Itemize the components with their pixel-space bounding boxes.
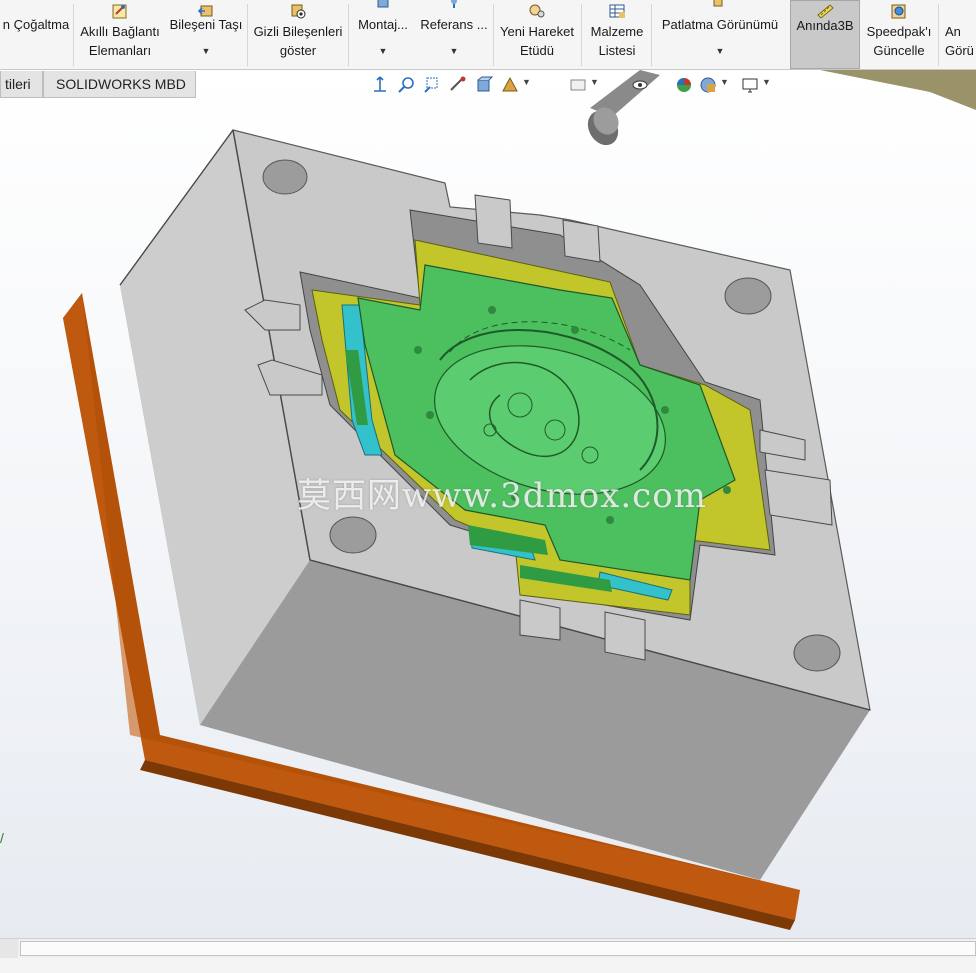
dropdown-arrow-icon[interactable]: ▼ xyxy=(418,46,490,56)
bom-table-icon xyxy=(609,4,625,18)
dropdown-arrow-icon[interactable]: ▼ xyxy=(762,77,771,87)
reference-label: Referans ... xyxy=(420,17,488,32)
zoom-area-icon[interactable] xyxy=(396,75,416,95)
ribbon-separator xyxy=(247,4,248,66)
assembly-button[interactable]: Montaj... ▼ xyxy=(350,0,416,69)
apply-scene-icon[interactable] xyxy=(698,75,718,95)
section-view-icon[interactable] xyxy=(448,75,468,95)
zoom-to-fit-icon[interactable] xyxy=(370,75,390,95)
hide-show-items-icon[interactable] xyxy=(568,75,588,95)
move-component-label: Bileşeni Taşı xyxy=(169,17,243,32)
update-speedpak-button[interactable]: Speedpak'ı Güncelle xyxy=(862,0,936,69)
motion-study-label-2: Etüdü xyxy=(520,43,554,58)
assembly-icon xyxy=(377,0,389,8)
display-style-icon[interactable] xyxy=(500,75,520,95)
exploded-view-button[interactable]: Patlatma Görünümü ▼ xyxy=(653,0,787,69)
smart-fasteners-label-2: Elemanları xyxy=(88,43,152,58)
ribbon-separator xyxy=(651,4,652,66)
show-hidden-label-2: göster xyxy=(279,43,317,58)
dropdown-arrow-icon[interactable]: ▼ xyxy=(350,46,416,56)
speedpak-label-2: Güncelle xyxy=(873,43,925,58)
smart-fasteners-button[interactable]: Akıllı Bağlantı Elemanları xyxy=(76,0,164,69)
snapshot-button[interactable]: An Görü xyxy=(941,0,976,69)
status-bar xyxy=(0,958,976,973)
reference-geometry-button[interactable]: Referans ... ▼ xyxy=(418,0,490,69)
bom-label-2: Listesi xyxy=(598,43,636,58)
dropdown-arrow-icon[interactable]: ▼ xyxy=(166,46,246,56)
eye-icon[interactable] xyxy=(630,75,650,95)
graphics-area[interactable]: 莫西网www.3dmox.com / xyxy=(0,70,976,938)
ribbon-separator xyxy=(581,4,582,66)
command-manager-ribbon: n Çoğaltma Akıllı Bağlantı Elemanları Bi… xyxy=(0,0,976,70)
smart-fastener-icon xyxy=(112,4,127,19)
speedpak-icon xyxy=(891,4,906,19)
dropdown-arrow-icon[interactable]: ▼ xyxy=(653,46,787,56)
motion-study-label-1: Yeni Hareket xyxy=(500,24,574,39)
dropdown-arrow-icon[interactable]: ▼ xyxy=(590,77,599,87)
smart-fasteners-label-1: Akıllı Bağlantı xyxy=(80,24,160,39)
assembly-label: Montaj... xyxy=(358,17,408,32)
scrollbar-thumb[interactable] xyxy=(20,941,976,956)
motion-study-icon xyxy=(529,4,545,18)
show-hidden-icon xyxy=(291,4,306,19)
dropdown-arrow-icon[interactable]: ▼ xyxy=(522,77,531,87)
previous-view-icon[interactable] xyxy=(422,75,442,95)
monitor-icon[interactable] xyxy=(740,75,760,95)
bom-label-1: Malzeme xyxy=(590,24,644,39)
bolt-hole xyxy=(724,277,772,315)
dropdown-arrow-icon[interactable]: ▼ xyxy=(720,77,729,87)
snapshot-label-2: Görü xyxy=(945,43,974,58)
bill-of-materials-button[interactable]: Malzeme Listesi xyxy=(584,0,650,69)
move-component-button[interactable]: Bileşeni Taşı ▼ xyxy=(166,0,246,69)
instant3d-button[interactable]: Anında3B xyxy=(790,0,860,69)
reference-geometry-icon xyxy=(451,0,457,8)
bolt-hole xyxy=(262,159,308,195)
new-motion-study-button[interactable]: Yeni Hareket Etüdü xyxy=(495,0,579,69)
show-hidden-label-1: Gizli Bileşenleri xyxy=(253,24,343,39)
view-orientation-icon[interactable] xyxy=(474,75,494,95)
pattern-label: n Çoğaltma xyxy=(2,17,70,32)
edit-appearance-icon[interactable] xyxy=(674,75,694,95)
top-plate-edge xyxy=(820,70,976,110)
horizontal-scrollbar[interactable] xyxy=(0,938,976,958)
pattern-button[interactable]: n Çoğaltma xyxy=(0,0,72,69)
reference-triad-fragment: / xyxy=(0,830,4,846)
speedpak-label-1: Speedpak'ı xyxy=(866,24,932,39)
show-hidden-components-button[interactable]: Gizli Bileşenleri göster xyxy=(249,0,347,69)
scroll-left-button[interactable] xyxy=(0,939,18,958)
bolt-hole xyxy=(793,634,841,672)
ribbon-separator xyxy=(73,4,74,66)
bolt-hole xyxy=(329,516,377,554)
exploded-view-icon xyxy=(713,0,723,7)
ribbon-separator xyxy=(493,4,494,66)
tab-features[interactable]: tileri xyxy=(0,71,43,98)
tab-solidworks-mbd[interactable]: SOLIDWORKS MBD xyxy=(43,71,196,98)
watermark-text: 莫西网www.3dmox.com xyxy=(297,476,707,516)
ribbon-separator xyxy=(348,4,349,66)
ribbon-separator xyxy=(938,4,939,66)
heads-up-view-toolbar: ▼ ▼ ▼ ▼ xyxy=(370,75,771,97)
exploded-view-label: Patlatma Görünümü xyxy=(661,17,779,32)
snapshot-label-1: An xyxy=(945,24,961,39)
instant3d-label: Anında3B xyxy=(796,18,854,33)
